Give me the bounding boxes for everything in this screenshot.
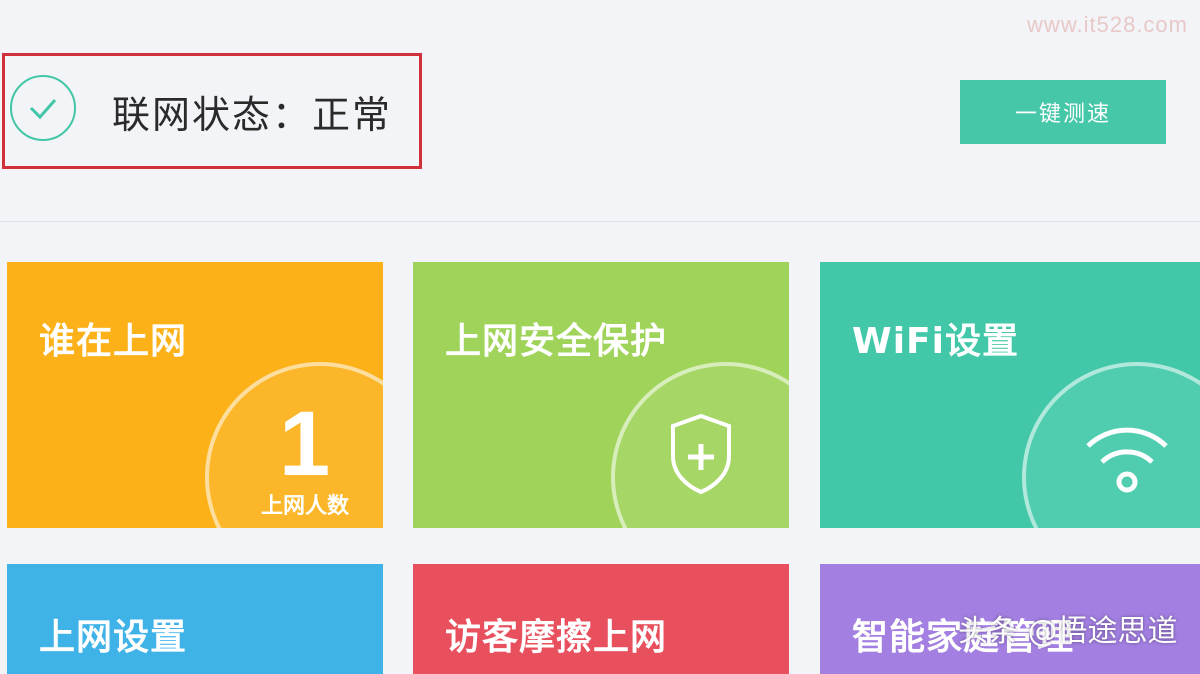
tile-title: WiFi设置	[852, 321, 1019, 362]
shield-plus-icon	[671, 413, 731, 495]
connection-status: 联网状态：正常	[112, 93, 393, 137]
tile-wifi-settings[interactable]: WiFi设置	[820, 262, 1200, 528]
online-count: 1	[279, 393, 331, 495]
tile-title: 上网安全保护	[445, 321, 668, 362]
wifi-icon	[1086, 427, 1168, 493]
divider	[0, 221, 1200, 222]
online-count-label: 上网人数	[261, 494, 350, 519]
watermark-top: www.it528.com	[1027, 12, 1188, 37]
checkmark-circle-icon	[10, 75, 76, 141]
tile-guest-network[interactable]: 访客摩擦上网	[413, 564, 789, 674]
tile-title: 访客摩擦上网	[445, 617, 668, 658]
speed-test-button[interactable]: 一键测速	[960, 80, 1166, 144]
watermark-bottom: 头条 @悟途思道	[958, 614, 1178, 649]
tile-title: 上网设置	[39, 617, 188, 658]
tile-who-online[interactable]: 谁在上网 1 上网人数	[7, 262, 383, 528]
tile-title: 谁在上网	[39, 321, 188, 362]
tile-security-protection[interactable]: 上网安全保护	[413, 262, 789, 528]
tile-internet-settings[interactable]: 上网设置	[7, 564, 383, 674]
